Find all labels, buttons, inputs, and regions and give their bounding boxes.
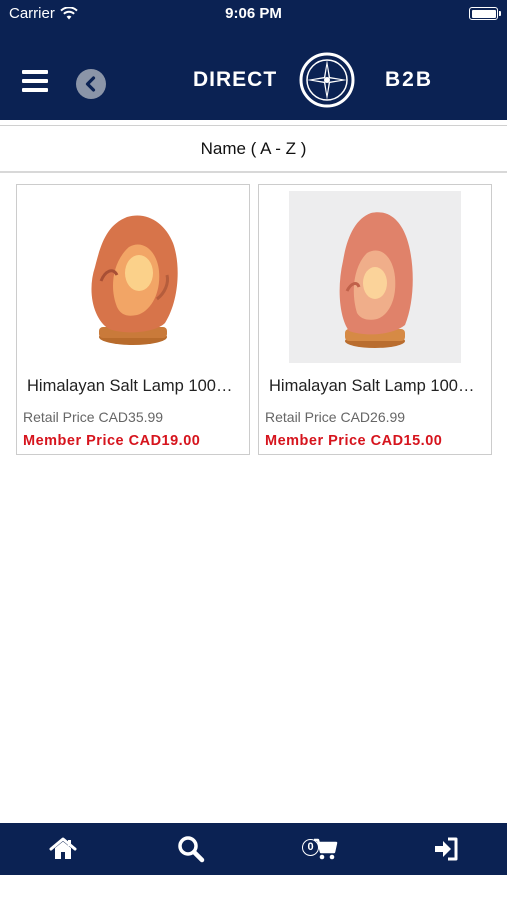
tab-search[interactable] bbox=[161, 823, 221, 875]
product-title: Himalayan Salt Lamp 100% Natural bbox=[269, 377, 487, 395]
product-card[interactable]: Himalayan Salt Lamp 100% Natural Retail … bbox=[16, 184, 250, 455]
login-icon bbox=[435, 837, 458, 861]
member-price: Member Price CAD19.00 bbox=[23, 433, 201, 449]
product-title: Himalayan Salt Lamp 100% Natural bbox=[27, 377, 245, 395]
back-icon[interactable] bbox=[76, 69, 106, 99]
retail-price: Retail Price CAD35.99 bbox=[23, 409, 164, 425]
sort-label: Name ( A - Z ) bbox=[200, 138, 307, 158]
status-time: 9:06 PM bbox=[225, 5, 282, 22]
tab-home[interactable] bbox=[33, 823, 93, 875]
compass-logo-icon bbox=[299, 52, 355, 108]
member-price: Member Price CAD15.00 bbox=[265, 433, 443, 449]
brand-right-text: B2B bbox=[385, 68, 434, 91]
home-icon bbox=[49, 837, 77, 859]
tab-login[interactable] bbox=[416, 823, 476, 875]
battery-icon bbox=[469, 7, 501, 20]
cart-count-badge: 0 bbox=[302, 839, 319, 856]
bottom-tab-bar: 0 bbox=[0, 823, 507, 875]
tab-cart[interactable] bbox=[290, 823, 350, 875]
brand-left-text: DIRECT bbox=[193, 68, 278, 91]
retail-price: Retail Price CAD26.99 bbox=[265, 409, 406, 425]
menu-icon[interactable] bbox=[22, 70, 48, 92]
product-image bbox=[47, 191, 219, 363]
status-bar: Carrier 9:06 PM bbox=[0, 0, 507, 28]
search-icon bbox=[178, 836, 205, 863]
header: DIRECT B2B bbox=[0, 28, 507, 120]
brand-logo: DIRECT B2B bbox=[193, 52, 453, 108]
sort-selector[interactable]: Name ( A - Z ) bbox=[0, 125, 507, 173]
product-image bbox=[289, 191, 461, 363]
product-card[interactable]: Himalayan Salt Lamp 100% Natural Retail … bbox=[258, 184, 492, 455]
